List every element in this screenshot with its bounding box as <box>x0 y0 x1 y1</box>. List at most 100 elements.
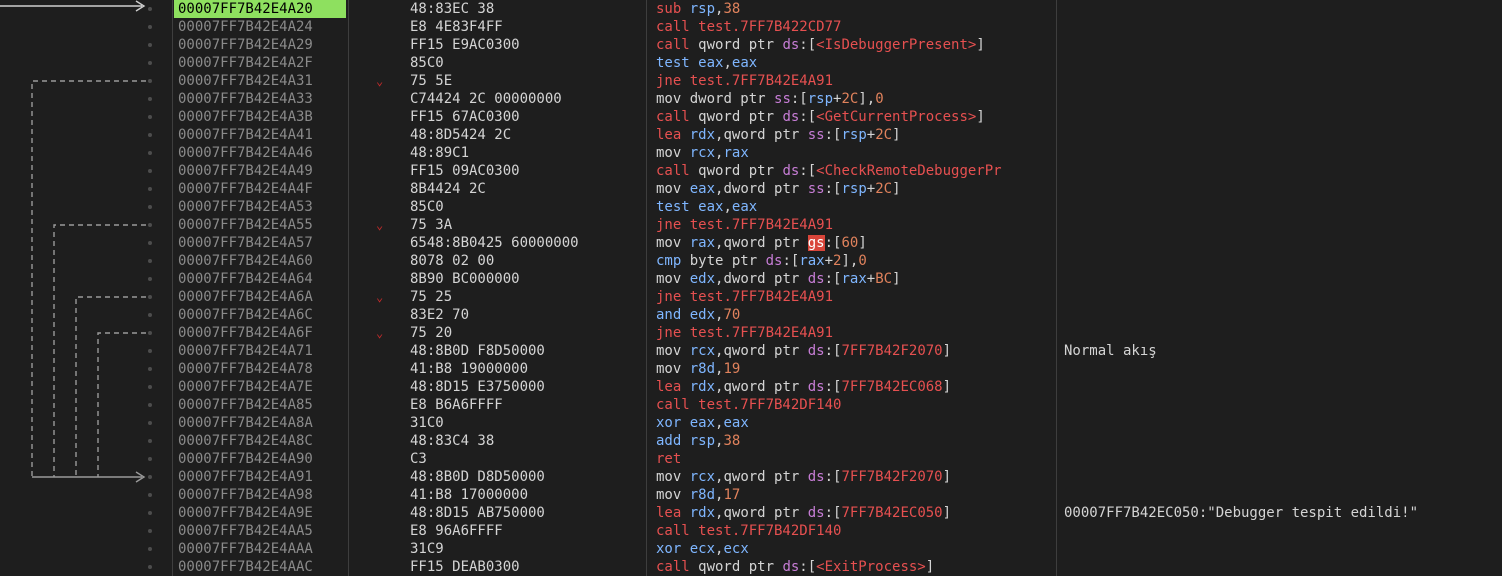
disassembly-row[interactable]: 00007FF7B42E4A6F ⌄ 75 20 jne test.7FF7B42E4… <box>0 324 1502 342</box>
disassembly-row[interactable]: 00007FF7B42E4A41 48:8D5424 2C lea rdx,qwor… <box>0 126 1502 144</box>
address-cell[interactable]: 00007FF7B42E4A90 <box>174 450 346 468</box>
address-cell[interactable]: 00007FF7B42E4AAC <box>174 558 346 576</box>
instruction-cell[interactable]: add rsp,38 <box>656 432 1054 450</box>
disassembly-row[interactable]: 00007FF7B42E4A8A 31C0 xor eax,eax <box>0 414 1502 432</box>
breakpoint-dot-icon[interactable] <box>148 385 152 389</box>
address-cell[interactable]: 00007FF7B42E4A33 <box>174 90 346 108</box>
address-cell[interactable]: 00007FF7B42E4A20 <box>174 0 346 18</box>
address-cell[interactable]: 00007FF7B42E4A8C <box>174 432 346 450</box>
disassembly-row[interactable]: 00007FF7B42E4A71 48:8B0D F8D50000 mov rcx,… <box>0 342 1502 360</box>
disassembly-row[interactable]: 00007FF7B42E4A8C 48:83C4 38 add rsp,38 <box>0 432 1502 450</box>
instruction-cell[interactable]: call test.7FF7B42DF140 <box>656 522 1054 540</box>
disassembly-row[interactable]: 00007FF7B42E4A31 ⌄ 75 5E jne test.7FF7B42E4… <box>0 72 1502 90</box>
address-cell[interactable]: 00007FF7B42E4A8A <box>174 414 346 432</box>
breakpoint-dot-icon[interactable] <box>148 511 152 515</box>
address-cell[interactable]: 00007FF7B42E4A46 <box>174 144 346 162</box>
disassembly-row[interactable]: 00007FF7B42E4AA5 E8 96A6FFFF call test.7FF… <box>0 522 1502 540</box>
address-cell[interactable]: 00007FF7B42E4A29 <box>174 36 346 54</box>
address-cell[interactable]: 00007FF7B42E4A71 <box>174 342 346 360</box>
address-cell[interactable]: 00007FF7B42E4A31 <box>174 72 346 90</box>
breakpoint-dot-icon[interactable] <box>148 151 152 155</box>
address-cell[interactable]: 00007FF7B42E4A6F <box>174 324 346 342</box>
breakpoint-dot-icon[interactable] <box>148 115 152 119</box>
instruction-cell[interactable]: mov rcx,qword ptr ds:[7FF7B42F2070] <box>656 468 1054 486</box>
instruction-cell[interactable]: mov rcx,qword ptr ds:[7FF7B42F2070] <box>656 342 1054 360</box>
address-cell[interactable]: 00007FF7B42E4A78 <box>174 360 346 378</box>
address-cell[interactable]: 00007FF7B42E4A2F <box>174 54 346 72</box>
address-cell[interactable]: 00007FF7B42E4A64 <box>174 270 346 288</box>
breakpoint-dot-icon[interactable] <box>148 7 152 11</box>
disassembly-row[interactable]: 00007FF7B42E4A33 C74424 2C 00000000 mov dw… <box>0 90 1502 108</box>
address-cell[interactable]: 00007FF7B42E4A57 <box>174 234 346 252</box>
instruction-cell[interactable]: call test.7FF7B422CD77 <box>656 18 1054 36</box>
address-cell[interactable]: 00007FF7B42E4A6C <box>174 306 346 324</box>
disassembly-row[interactable]: 00007FF7B42E4A2F 85C0 test eax,eax <box>0 54 1502 72</box>
disassembly-row[interactable]: 00007FF7B42E4A6C 83E2 70 and edx,70 <box>0 306 1502 324</box>
instruction-cell[interactable]: call qword ptr ds:[<GetCurrentProcess>] <box>656 108 1054 126</box>
disassembly-row[interactable]: 00007FF7B42E4A24 E8 4E83F4FF call test.7FF… <box>0 18 1502 36</box>
disassembly-row[interactable]: 00007FF7B42E4A9E 48:8D15 AB750000 lea rdx,… <box>0 504 1502 522</box>
instruction-cell[interactable]: mov rcx,rax <box>656 144 1054 162</box>
instruction-cell[interactable]: call test.7FF7B42DF140 <box>656 396 1054 414</box>
instruction-cell[interactable]: jne test.7FF7B42E4A91 <box>656 72 1054 90</box>
address-cell[interactable]: 00007FF7B42E4A4F <box>174 180 346 198</box>
disassembly-row[interactable]: 00007FF7B42E4A53 85C0 test eax,eax <box>0 198 1502 216</box>
instruction-cell[interactable]: xor ecx,ecx <box>656 540 1054 558</box>
breakpoint-dot-icon[interactable] <box>148 79 152 83</box>
address-cell[interactable]: 00007FF7B42E4A98 <box>174 486 346 504</box>
instruction-cell[interactable]: mov dword ptr ss:[rsp+2C],0 <box>656 90 1054 108</box>
instruction-cell[interactable]: lea rdx,qword ptr ds:[7FF7B42EC050] <box>656 504 1054 522</box>
breakpoint-dot-icon[interactable] <box>148 565 152 569</box>
breakpoint-dot-icon[interactable] <box>148 223 152 227</box>
disassembly-row[interactable]: 00007FF7B42E4A4F 8B4424 2C mov eax,dword p… <box>0 180 1502 198</box>
breakpoint-dot-icon[interactable] <box>148 529 152 533</box>
instruction-cell[interactable]: lea rdx,qword ptr ds:[7FF7B42EC068] <box>656 378 1054 396</box>
instruction-cell[interactable]: test eax,eax <box>656 54 1054 72</box>
breakpoint-dot-icon[interactable] <box>148 475 152 479</box>
address-cell[interactable]: 00007FF7B42E4A7E <box>174 378 346 396</box>
breakpoint-dot-icon[interactable] <box>148 277 152 281</box>
instruction-cell[interactable]: mov r8d,17 <box>656 486 1054 504</box>
disassembly-row[interactable]: 00007FF7B42E4A98 41:B8 17000000 mov r8d,17 <box>0 486 1502 504</box>
disassembly-row[interactable]: 00007FF7B42E4A91 48:8B0D D8D50000 mov rcx,… <box>0 468 1502 486</box>
instruction-cell[interactable]: and edx,70 <box>656 306 1054 324</box>
disassembly-row[interactable]: 00007FF7B42E4A78 41:B8 19000000 mov r8d,19 <box>0 360 1502 378</box>
address-cell[interactable]: 00007FF7B42E4A60 <box>174 252 346 270</box>
instruction-cell[interactable]: mov rax,qword ptr gs:[60] <box>656 234 1054 252</box>
instruction-cell[interactable]: mov edx,dword ptr ds:[rax+BC] <box>656 270 1054 288</box>
disassembly-row[interactable]: 00007FF7B42E4A85 E8 B6A6FFFF call test.7FF… <box>0 396 1502 414</box>
breakpoint-dot-icon[interactable] <box>148 457 152 461</box>
breakpoint-dot-icon[interactable] <box>148 241 152 245</box>
breakpoint-dot-icon[interactable] <box>148 313 152 317</box>
breakpoint-dot-icon[interactable] <box>148 547 152 551</box>
disassembly-row[interactable]: 00007FF7B42E4A90 C3 ret <box>0 450 1502 468</box>
address-cell[interactable]: 00007FF7B42E4A24 <box>174 18 346 36</box>
disassembly-row[interactable]: 00007FF7B42E4A7E 48:8D15 E3750000 lea rdx,… <box>0 378 1502 396</box>
breakpoint-dot-icon[interactable] <box>148 43 152 47</box>
address-cell[interactable]: 00007FF7B42E4A6A <box>174 288 346 306</box>
disassembly-row[interactable]: 00007FF7B42E4A29 FF15 E9AC0300 call qword … <box>0 36 1502 54</box>
disassembly-row[interactable]: 00007FF7B42E4A46 48:89C1 mov rcx,rax <box>0 144 1502 162</box>
breakpoint-dot-icon[interactable] <box>148 295 152 299</box>
instruction-cell[interactable]: sub rsp,38 <box>656 0 1054 18</box>
disassembly-row[interactable]: 00007FF7B42E4A57 6548:8B0425 60000000 mov … <box>0 234 1502 252</box>
breakpoint-dot-icon[interactable] <box>148 133 152 137</box>
instruction-cell[interactable]: mov r8d,19 <box>656 360 1054 378</box>
disassembly-row[interactable]: 00007FF7B42E4AAA 31C9 xor ecx,ecx <box>0 540 1502 558</box>
instruction-cell[interactable]: jne test.7FF7B42E4A91 <box>656 216 1054 234</box>
breakpoint-dot-icon[interactable] <box>148 169 152 173</box>
address-cell[interactable]: 00007FF7B42E4A91 <box>174 468 346 486</box>
breakpoint-dot-icon[interactable] <box>148 205 152 209</box>
instruction-cell[interactable]: mov eax,dword ptr ss:[rsp+2C] <box>656 180 1054 198</box>
disassembly-row[interactable]: 00007FF7B42E4A49 FF15 09AC0300 call qword … <box>0 162 1502 180</box>
address-cell[interactable]: 00007FF7B42E4AA5 <box>174 522 346 540</box>
disassembly-row[interactable]: 00007FF7B42E4A60 8078 02 00 cmp byte ptr d… <box>0 252 1502 270</box>
address-cell[interactable]: 00007FF7B42E4A3B <box>174 108 346 126</box>
breakpoint-dot-icon[interactable] <box>148 439 152 443</box>
instruction-cell[interactable]: lea rdx,qword ptr ss:[rsp+2C] <box>656 126 1054 144</box>
breakpoint-dot-icon[interactable] <box>148 367 152 371</box>
address-cell[interactable]: 00007FF7B42E4A41 <box>174 126 346 144</box>
instruction-cell[interactable]: cmp byte ptr ds:[rax+2],0 <box>656 252 1054 270</box>
address-cell[interactable]: 00007FF7B42E4A85 <box>174 396 346 414</box>
breakpoint-dot-icon[interactable] <box>148 97 152 101</box>
